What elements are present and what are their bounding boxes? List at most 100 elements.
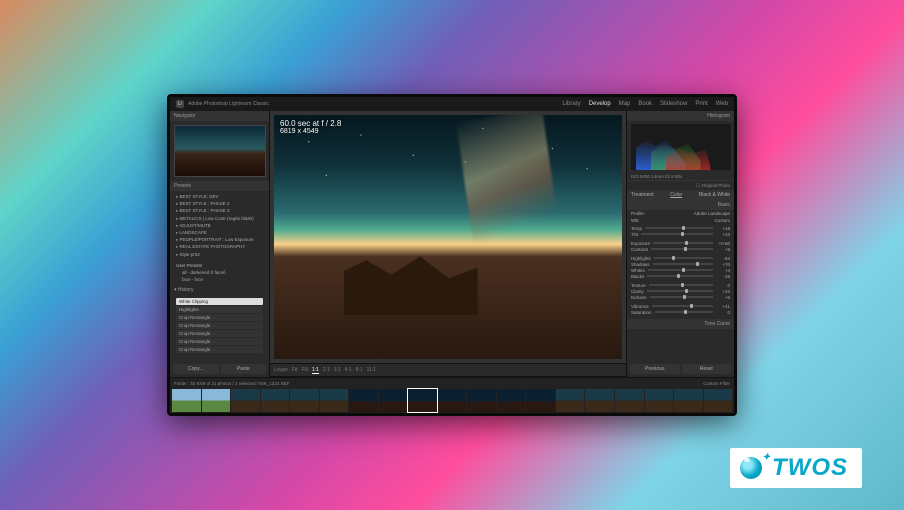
zoom-option[interactable]: 11:1	[367, 367, 376, 373]
slider-dehaze[interactable]: Dehaze+6	[631, 294, 730, 300]
navigator-label[interactable]: Navigator	[170, 111, 269, 121]
tone-curve-label[interactable]: Tone Curve	[627, 319, 734, 329]
slider-contrast[interactable]: Contrast+8	[631, 246, 730, 252]
basic-label[interactable]: Basic	[627, 200, 734, 210]
history-label[interactable]: ▾ History	[170, 285, 269, 295]
zoom-option[interactable]: Fit	[292, 367, 298, 373]
module-library[interactable]: Library	[562, 101, 580, 107]
thumb[interactable]	[645, 389, 674, 412]
preset-item[interactable]: all - darkened fr faceб	[176, 269, 263, 276]
globe-shine-icon	[744, 458, 750, 462]
preset-item[interactable]: BEST STYLE: DEV	[176, 193, 263, 200]
reset-button[interactable]: Reset	[682, 364, 732, 374]
histogram[interactable]	[631, 124, 731, 170]
right-panel-bottom: Previous Reset	[627, 361, 734, 377]
copy-button[interactable]: Copy...	[173, 364, 219, 374]
history-item[interactable]: Highlights	[176, 306, 263, 313]
filmstrip-thumbs[interactable]	[170, 388, 734, 413]
navigator-thumbnail[interactable]	[174, 125, 266, 177]
tab-treatment[interactable]: Treatment	[631, 192, 654, 198]
wb-label: WB:	[631, 218, 640, 223]
module-web[interactable]: Web	[716, 101, 728, 107]
app-logo-icon: Lr	[176, 100, 184, 108]
previous-button[interactable]: Previous	[630, 364, 680, 374]
wb-value[interactable]: Custom	[714, 218, 730, 223]
basic-sliders: Temp+18 Tint+23 Exposure+0.60 Contrast+8…	[627, 224, 734, 319]
original-photo-toggle[interactable]: ☐ Original Photo	[627, 180, 734, 190]
history-item[interactable]: Crop Rectangle	[176, 338, 263, 345]
history-item[interactable]: Crop Rectangle	[176, 346, 263, 353]
presets-label[interactable]: Presets	[170, 181, 269, 191]
tab-bw[interactable]: Black & White	[699, 192, 730, 198]
module-develop[interactable]: Develop	[589, 101, 611, 107]
preset-item[interactable]: Style pr02	[176, 251, 263, 258]
zoom-option[interactable]: 2:1	[323, 367, 330, 373]
filmstrip-filter[interactable]: Custom Filter	[703, 381, 730, 386]
thumb[interactable]	[526, 389, 555, 412]
preset-item[interactable]: BEST STYLE : PHASE 2	[176, 200, 263, 207]
photo-viewport[interactable]: 60.0 sec at f / 2.8 6819 x 4549	[274, 115, 622, 359]
slider-blacks[interactable]: Blacks-15	[631, 273, 730, 279]
preset-item[interactable]: PEOPLE/PORTRAIT : Low Exposure	[176, 236, 263, 243]
thumb[interactable]	[261, 389, 290, 412]
module-picker: Library Develop Map Book Slideshow Print…	[562, 101, 728, 107]
profile-value[interactable]: Adobe Landscape	[694, 211, 730, 216]
profile-label: Profile:	[631, 211, 645, 216]
camera-info: ISO 6400 14mm f/2.8 60s	[627, 173, 734, 180]
thumb[interactable]	[556, 389, 585, 412]
history-item[interactable]: Crop Rectangle	[176, 330, 263, 337]
zoom-option[interactable]: Fill	[301, 367, 307, 373]
history-item[interactable]: Crop Rectangle	[176, 322, 263, 329]
profile-row[interactable]: Profile: Adobe Landscape	[627, 210, 734, 217]
thumb[interactable]	[585, 389, 614, 412]
thumb-selected[interactable]	[408, 389, 437, 412]
photo-content	[274, 115, 622, 249]
tab-color[interactable]: Color	[670, 192, 682, 198]
thumb[interactable]	[467, 389, 496, 412]
thumb[interactable]	[438, 389, 467, 412]
slider-tint[interactable]: Tint+23	[631, 231, 730, 237]
thumb[interactable]	[704, 389, 733, 412]
left-panel: Navigator Presets BEST STYLE: DEV BEST S…	[170, 111, 270, 377]
history-item[interactable]: White Clipping	[176, 298, 263, 305]
preset-item[interactable]: METALICS | Low Contr (reg/to bl&W)	[176, 215, 263, 222]
preset-item[interactable]: LANDSCAPE	[176, 229, 263, 236]
thumb[interactable]	[674, 389, 703, 412]
topbar: Lr Adobe Photoshop Lightroom Classic Lib…	[170, 97, 734, 111]
preset-item[interactable]: BEST STYLE : PHASE 3	[176, 207, 263, 214]
zoom-option[interactable]: 8:1	[356, 367, 363, 373]
thumb[interactable]	[202, 389, 231, 412]
thumb[interactable]	[172, 389, 201, 412]
dimensions-text: 6819 x 4549	[280, 128, 341, 135]
zoom-option[interactable]: 3:1	[334, 367, 341, 373]
preset-item[interactable]: REAL ESTATE PHOTOGRAPHY	[176, 243, 263, 250]
thumb[interactable]	[497, 389, 526, 412]
module-map[interactable]: Map	[619, 101, 631, 107]
module-slideshow[interactable]: Slideshow	[660, 101, 687, 107]
thumb[interactable]	[349, 389, 378, 412]
zoom-option[interactable]: Loupe	[274, 367, 288, 373]
right-panel: Histogram ISO 6400 14mm f/2.8 60s ☐ Orig…	[626, 111, 734, 377]
histogram-label[interactable]: Histogram	[627, 111, 734, 121]
user-presets-label[interactable]: User Presets	[176, 262, 263, 269]
thumb[interactable]	[290, 389, 319, 412]
thumb[interactable]	[231, 389, 260, 412]
zoom-option[interactable]: 1:1	[312, 367, 319, 374]
exposure-overlay: 60.0 sec at f / 2.8 6819 x 4549	[280, 119, 341, 135]
slider-saturation[interactable]: Saturation0	[631, 309, 730, 315]
preset-item[interactable]: ADJUST/MUTE	[176, 222, 263, 229]
twos-badge: TWOS	[730, 448, 862, 488]
toolbar: Loupe Fit Fill 1:1 2:1 3:1 4:1 8:1 11:1	[270, 363, 626, 377]
module-print[interactable]: Print	[695, 101, 707, 107]
zoom-option[interactable]: 4:1	[345, 367, 352, 373]
module-book[interactable]: Book	[638, 101, 652, 107]
filmstrip-path[interactable]: Folder : fol 8:69 of 21 photos / 1 selec…	[174, 381, 290, 386]
thumb[interactable]	[379, 389, 408, 412]
history-item[interactable]: Crop Rectangle	[176, 314, 263, 321]
badge-text: TWOS	[772, 454, 848, 481]
preset-item[interactable]: face - foce	[176, 276, 263, 283]
wb-row[interactable]: WB: Custom	[627, 217, 734, 224]
paste-button[interactable]: Paste	[221, 364, 267, 374]
thumb[interactable]	[320, 389, 349, 412]
thumb[interactable]	[615, 389, 644, 412]
